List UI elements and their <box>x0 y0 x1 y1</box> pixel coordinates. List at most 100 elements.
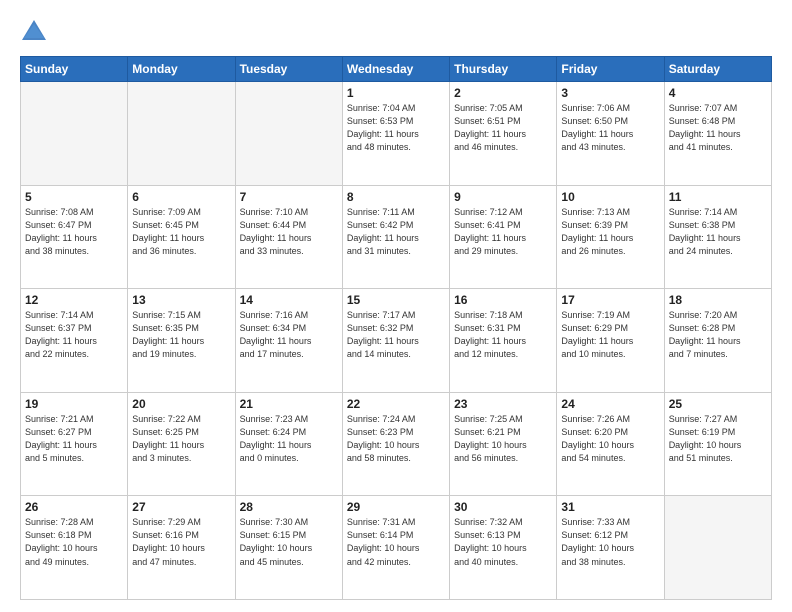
day-info: Sunrise: 7:33 AM Sunset: 6:12 PM Dayligh… <box>561 516 659 568</box>
day-info: Sunrise: 7:09 AM Sunset: 6:45 PM Dayligh… <box>132 206 230 258</box>
day-info: Sunrise: 7:31 AM Sunset: 6:14 PM Dayligh… <box>347 516 445 568</box>
day-info: Sunrise: 7:05 AM Sunset: 6:51 PM Dayligh… <box>454 102 552 154</box>
day-info: Sunrise: 7:20 AM Sunset: 6:28 PM Dayligh… <box>669 309 767 361</box>
logo-icon <box>20 18 48 46</box>
day-info: Sunrise: 7:10 AM Sunset: 6:44 PM Dayligh… <box>240 206 338 258</box>
calendar-day-header: Saturday <box>664 57 771 82</box>
day-number: 17 <box>561 293 659 307</box>
calendar-cell: 24 Sunrise: 7:26 AM Sunset: 6:20 PM Dayli… <box>557 392 664 496</box>
calendar-cell: 20Sunrise: 7:22 AM Sunset: 6:25 PM Dayli… <box>128 392 235 496</box>
calendar-cell: 28 Sunrise: 7:30 AM Sunset: 6:15 PM Dayli… <box>235 496 342 600</box>
calendar-cell: 22Sunrise: 7:24 AM Sunset: 6:23 PM Dayli… <box>342 392 449 496</box>
calendar-week-row: 19 Sunrise: 7:21 AM Sunset: 6:27 PM Dayli… <box>21 392 772 496</box>
day-number: 10 <box>561 190 659 204</box>
day-number: 29 <box>347 500 445 514</box>
logo <box>20 18 52 46</box>
calendar-cell: 7Sunrise: 7:10 AM Sunset: 6:44 PM Daylig… <box>235 185 342 289</box>
day-number: 11 <box>669 190 767 204</box>
calendar-cell: 4Sunrise: 7:07 AM Sunset: 6:48 PM Daylig… <box>664 82 771 186</box>
calendar-cell: 16 Sunrise: 7:18 AM Sunset: 6:31 PM Dayli… <box>450 289 557 393</box>
day-number: 19 <box>25 397 123 411</box>
day-number: 4 <box>669 86 767 100</box>
day-info: Sunrise: 7:11 AM Sunset: 6:42 PM Dayligh… <box>347 206 445 258</box>
day-info: Sunrise: 7:30 AM Sunset: 6:15 PM Dayligh… <box>240 516 338 568</box>
calendar-cell: 10Sunrise: 7:13 AM Sunset: 6:39 PM Dayli… <box>557 185 664 289</box>
day-number: 2 <box>454 86 552 100</box>
day-number: 3 <box>561 86 659 100</box>
day-number: 8 <box>347 190 445 204</box>
calendar-cell: 3 Sunrise: 7:06 AM Sunset: 6:50 PM Daylig… <box>557 82 664 186</box>
calendar-day-header: Thursday <box>450 57 557 82</box>
calendar-week-row: 1 Sunrise: 7:04 AM Sunset: 6:53 PM Daylig… <box>21 82 772 186</box>
calendar-cell: 6 Sunrise: 7:09 AM Sunset: 6:45 PM Daylig… <box>128 185 235 289</box>
day-number: 24 <box>561 397 659 411</box>
calendar-day-header: Monday <box>128 57 235 82</box>
day-info: Sunrise: 7:04 AM Sunset: 6:53 PM Dayligh… <box>347 102 445 154</box>
calendar-cell: 1 Sunrise: 7:04 AM Sunset: 6:53 PM Daylig… <box>342 82 449 186</box>
day-info: Sunrise: 7:29 AM Sunset: 6:16 PM Dayligh… <box>132 516 230 568</box>
calendar-cell <box>128 82 235 186</box>
calendar-cell: 18 Sunrise: 7:20 AM Sunset: 6:28 PM Dayli… <box>664 289 771 393</box>
calendar-cell <box>664 496 771 600</box>
day-number: 22 <box>347 397 445 411</box>
day-number: 27 <box>132 500 230 514</box>
calendar-cell: 19 Sunrise: 7:21 AM Sunset: 6:27 PM Dayli… <box>21 392 128 496</box>
day-info: Sunrise: 7:19 AM Sunset: 6:29 PM Dayligh… <box>561 309 659 361</box>
day-info: Sunrise: 7:18 AM Sunset: 6:31 PM Dayligh… <box>454 309 552 361</box>
day-number: 6 <box>132 190 230 204</box>
calendar-cell: 12 Sunrise: 7:14 AM Sunset: 6:37 PM Dayli… <box>21 289 128 393</box>
calendar-cell: 5 Sunrise: 7:08 AM Sunset: 6:47 PM Daylig… <box>21 185 128 289</box>
calendar-cell: 11 Sunrise: 7:14 AM Sunset: 6:38 PM Dayli… <box>664 185 771 289</box>
day-number: 25 <box>669 397 767 411</box>
day-info: Sunrise: 7:21 AM Sunset: 6:27 PM Dayligh… <box>25 413 123 465</box>
day-info: Sunrise: 7:14 AM Sunset: 6:38 PM Dayligh… <box>669 206 767 258</box>
calendar-cell: 31 Sunrise: 7:33 AM Sunset: 6:12 PM Dayli… <box>557 496 664 600</box>
day-number: 23 <box>454 397 552 411</box>
calendar-cell <box>21 82 128 186</box>
calendar-cell: 26Sunrise: 7:28 AM Sunset: 6:18 PM Dayli… <box>21 496 128 600</box>
day-info: Sunrise: 7:23 AM Sunset: 6:24 PM Dayligh… <box>240 413 338 465</box>
calendar-header-row: SundayMondayTuesdayWednesdayThursdayFrid… <box>21 57 772 82</box>
calendar-cell: 30 Sunrise: 7:32 AM Sunset: 6:13 PM Dayli… <box>450 496 557 600</box>
day-info: Sunrise: 7:22 AM Sunset: 6:25 PM Dayligh… <box>132 413 230 465</box>
day-info: Sunrise: 7:26 AM Sunset: 6:20 PM Dayligh… <box>561 413 659 465</box>
calendar-cell: 8 Sunrise: 7:11 AM Sunset: 6:42 PM Daylig… <box>342 185 449 289</box>
calendar-day-header: Wednesday <box>342 57 449 82</box>
day-info: Sunrise: 7:14 AM Sunset: 6:37 PM Dayligh… <box>25 309 123 361</box>
day-info: Sunrise: 7:16 AM Sunset: 6:34 PM Dayligh… <box>240 309 338 361</box>
calendar-cell <box>235 82 342 186</box>
day-number: 12 <box>25 293 123 307</box>
calendar-table: SundayMondayTuesdayWednesdayThursdayFrid… <box>20 56 772 600</box>
day-number: 1 <box>347 86 445 100</box>
day-number: 28 <box>240 500 338 514</box>
day-number: 9 <box>454 190 552 204</box>
calendar-cell: 27 Sunrise: 7:29 AM Sunset: 6:16 PM Dayli… <box>128 496 235 600</box>
calendar-week-row: 26Sunrise: 7:28 AM Sunset: 6:18 PM Dayli… <box>21 496 772 600</box>
calendar-cell: 21 Sunrise: 7:23 AM Sunset: 6:24 PM Dayli… <box>235 392 342 496</box>
page: SundayMondayTuesdayWednesdayThursdayFrid… <box>0 0 792 612</box>
day-number: 16 <box>454 293 552 307</box>
day-number: 14 <box>240 293 338 307</box>
day-number: 31 <box>561 500 659 514</box>
day-number: 5 <box>25 190 123 204</box>
day-info: Sunrise: 7:32 AM Sunset: 6:13 PM Dayligh… <box>454 516 552 568</box>
day-number: 15 <box>347 293 445 307</box>
calendar-cell: 2 Sunrise: 7:05 AM Sunset: 6:51 PM Daylig… <box>450 82 557 186</box>
day-info: Sunrise: 7:06 AM Sunset: 6:50 PM Dayligh… <box>561 102 659 154</box>
day-info: Sunrise: 7:25 AM Sunset: 6:21 PM Dayligh… <box>454 413 552 465</box>
day-info: Sunrise: 7:15 AM Sunset: 6:35 PM Dayligh… <box>132 309 230 361</box>
calendar-cell: 29 Sunrise: 7:31 AM Sunset: 6:14 PM Dayli… <box>342 496 449 600</box>
day-info: Sunrise: 7:08 AM Sunset: 6:47 PM Dayligh… <box>25 206 123 258</box>
calendar-cell: 14 Sunrise: 7:16 AM Sunset: 6:34 PM Dayli… <box>235 289 342 393</box>
calendar-cell: 25Sunrise: 7:27 AM Sunset: 6:19 PM Dayli… <box>664 392 771 496</box>
calendar-week-row: 12 Sunrise: 7:14 AM Sunset: 6:37 PM Dayli… <box>21 289 772 393</box>
calendar-cell: 9Sunrise: 7:12 AM Sunset: 6:41 PM Daylig… <box>450 185 557 289</box>
day-number: 30 <box>454 500 552 514</box>
calendar-week-row: 5 Sunrise: 7:08 AM Sunset: 6:47 PM Daylig… <box>21 185 772 289</box>
calendar-cell: 13Sunrise: 7:15 AM Sunset: 6:35 PM Dayli… <box>128 289 235 393</box>
day-info: Sunrise: 7:17 AM Sunset: 6:32 PM Dayligh… <box>347 309 445 361</box>
day-number: 18 <box>669 293 767 307</box>
calendar-cell: 23 Sunrise: 7:25 AM Sunset: 6:21 PM Dayli… <box>450 392 557 496</box>
calendar-day-header: Sunday <box>21 57 128 82</box>
day-number: 21 <box>240 397 338 411</box>
